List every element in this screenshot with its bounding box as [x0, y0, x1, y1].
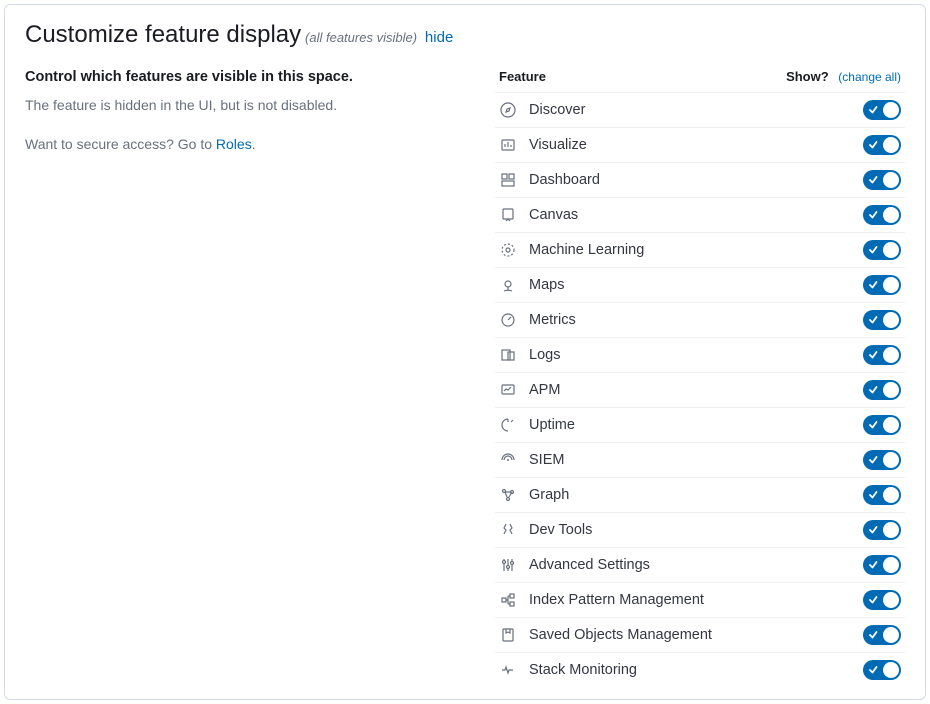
table-header: Feature Show? (change all) — [495, 69, 905, 92]
feature-toggle[interactable] — [863, 135, 901, 155]
feature-toggle[interactable] — [863, 485, 901, 505]
feature-toggle[interactable] — [863, 380, 901, 400]
devtools-icon — [499, 521, 517, 539]
feature-row: SIEM — [495, 442, 905, 477]
graph-icon — [499, 486, 517, 504]
feature-toggle[interactable] — [863, 520, 901, 540]
secure-suffix: . — [252, 136, 256, 152]
canvas-icon — [499, 206, 517, 224]
feature-label: Discover — [529, 102, 851, 118]
feature-label: Visualize — [529, 137, 851, 153]
feature-label: Metrics — [529, 312, 851, 328]
feature-label: Uptime — [529, 417, 851, 433]
uptime-icon — [499, 416, 517, 434]
siem-icon — [499, 451, 517, 469]
feature-toggle[interactable] — [863, 310, 901, 330]
feature-row: Logs — [495, 337, 905, 372]
feature-row: Canvas — [495, 197, 905, 232]
feature-toggle[interactable] — [863, 450, 901, 470]
customize-feature-panel: Customize feature display (all features … — [4, 4, 926, 700]
feature-toggle[interactable] — [863, 345, 901, 365]
col-show-header: Show? (change all) — [786, 69, 901, 84]
feature-label: Logs — [529, 347, 851, 363]
feature-label: Advanced Settings — [529, 557, 851, 573]
advanced-icon — [499, 556, 517, 574]
visualize-icon — [499, 136, 517, 154]
ml-icon — [499, 241, 517, 259]
discover-icon — [499, 101, 517, 119]
feature-label: Dev Tools — [529, 522, 851, 538]
feature-label: Canvas — [529, 207, 851, 223]
feature-toggle[interactable] — [863, 240, 901, 260]
monitoring-icon — [499, 661, 517, 679]
feature-row: Maps — [495, 267, 905, 302]
feature-row: Advanced Settings — [495, 547, 905, 582]
feature-toggle[interactable] — [863, 205, 901, 225]
feature-row: Metrics — [495, 302, 905, 337]
feature-row: Discover — [495, 92, 905, 127]
logs-icon — [499, 346, 517, 364]
dashboard-icon — [499, 171, 517, 189]
feature-row: Uptime — [495, 407, 905, 442]
feature-row: Machine Learning — [495, 232, 905, 267]
feature-toggle[interactable] — [863, 590, 901, 610]
secure-access-line: Want to secure access? Go to Roles. — [25, 134, 455, 155]
apm-icon — [499, 381, 517, 399]
roles-link[interactable]: Roles — [216, 136, 252, 152]
panel-header: Customize feature display (all features … — [25, 21, 905, 49]
feature-row: Stack Monitoring — [495, 652, 905, 687]
feature-row: Dev Tools — [495, 512, 905, 547]
change-all-link[interactable]: (change all) — [838, 70, 901, 84]
feature-row: Index Pattern Management — [495, 582, 905, 617]
feature-table: Feature Show? (change all) Discover Visua… — [495, 69, 905, 687]
feature-label: Graph — [529, 487, 851, 503]
feature-label: APM — [529, 382, 851, 398]
feature-list: Discover Visualize Dashboard Canvas Machine … — [495, 92, 905, 687]
description-heading: Control which features are visible in th… — [25, 69, 455, 85]
feature-toggle[interactable] — [863, 625, 901, 645]
hide-link[interactable]: hide — [425, 29, 453, 46]
maps-icon — [499, 276, 517, 294]
feature-toggle[interactable] — [863, 660, 901, 680]
feature-label: SIEM — [529, 452, 851, 468]
feature-label: Saved Objects Management — [529, 627, 851, 643]
panel-title: Customize feature display — [25, 21, 301, 48]
metrics-icon — [499, 311, 517, 329]
feature-label: Stack Monitoring — [529, 662, 851, 678]
panel-subtitle: (all features visible) — [305, 30, 417, 45]
feature-toggle[interactable] — [863, 275, 901, 295]
saved-icon — [499, 626, 517, 644]
feature-row: Graph — [495, 477, 905, 512]
feature-row: Saved Objects Management — [495, 617, 905, 652]
feature-toggle[interactable] — [863, 170, 901, 190]
feature-label: Machine Learning — [529, 242, 851, 258]
secure-prefix: Want to secure access? Go to — [25, 136, 216, 152]
feature-row: Visualize — [495, 127, 905, 162]
feature-toggle[interactable] — [863, 555, 901, 575]
feature-label: Dashboard — [529, 172, 851, 188]
index-icon — [499, 591, 517, 609]
description-column: Control which features are visible in th… — [25, 69, 455, 687]
description-help-text: The feature is hidden in the UI, but is … — [25, 95, 455, 116]
feature-toggle[interactable] — [863, 100, 901, 120]
feature-label: Maps — [529, 277, 851, 293]
feature-row: APM — [495, 372, 905, 407]
feature-label: Index Pattern Management — [529, 592, 851, 608]
feature-row: Dashboard — [495, 162, 905, 197]
feature-toggle[interactable] — [863, 415, 901, 435]
col-feature-header: Feature — [499, 69, 546, 84]
